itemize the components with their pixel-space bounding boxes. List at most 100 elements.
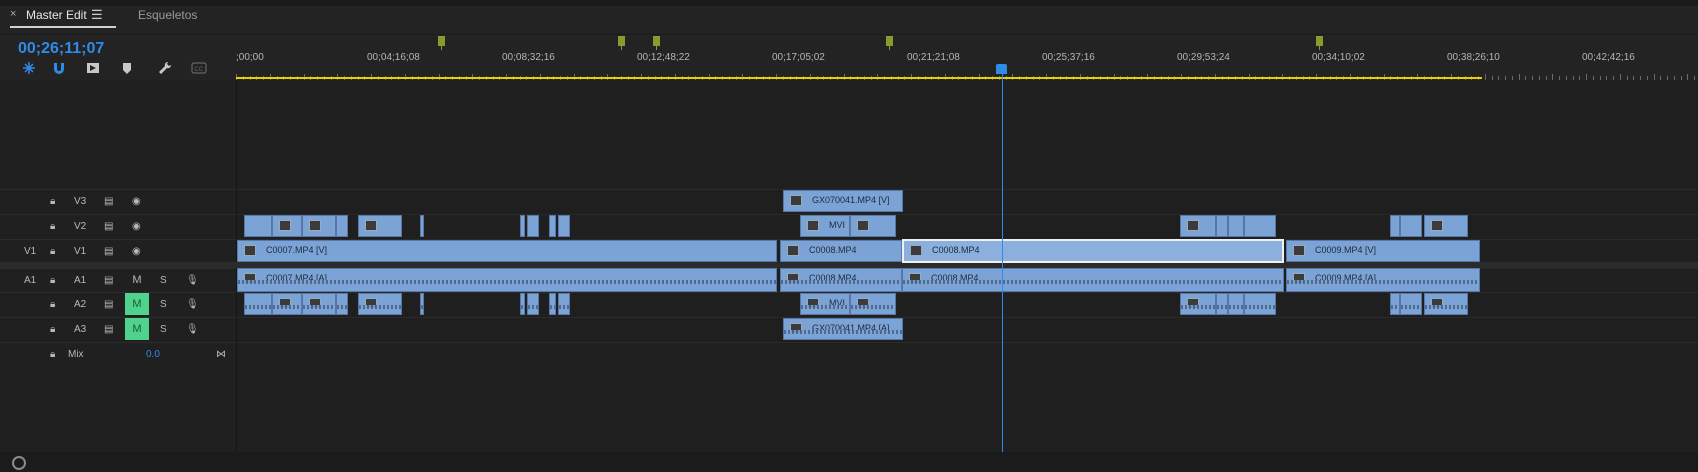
track-header-v3[interactable]: 🔒︎ V3 ▤ ◉	[0, 189, 236, 214]
clip-v2[interactable]	[244, 215, 272, 237]
mix-volume-value[interactable]: 0.0	[146, 349, 160, 360]
lock-icon[interactable]: 🔒︎	[50, 246, 55, 257]
clip-v2[interactable]	[1400, 215, 1422, 237]
zoom-handle-icon[interactable]	[12, 456, 26, 470]
clip-a2[interactable]	[1244, 293, 1276, 315]
track-lane-a2[interactable]	[237, 292, 1698, 317]
clip-v1-c0009[interactable]: C0009.MP4 [V]	[1286, 240, 1480, 262]
snap-magnet-icon[interactable]	[50, 60, 68, 76]
clip-v2[interactable]	[520, 215, 525, 237]
clip-a2[interactable]	[1180, 293, 1216, 315]
clip-a1-c0007[interactable]: C0007.MP4 [A]	[237, 268, 777, 292]
close-tab-icon[interactable]: ×	[10, 8, 16, 20]
track-header-a1[interactable]: A1 🔒︎ A1 ▤ M S 🎙︎	[0, 268, 236, 293]
clip-v2[interactable]	[420, 215, 424, 237]
clip-a2[interactable]	[1400, 293, 1422, 315]
mute-button-a2[interactable]: M	[125, 293, 149, 315]
eye-icon[interactable]: ◉	[132, 221, 141, 232]
eye-icon[interactable]: ◉	[132, 246, 141, 257]
clip-a2[interactable]	[520, 293, 525, 315]
source-patch-a1[interactable]: A1	[24, 275, 36, 286]
lock-icon[interactable]: 🔒︎	[50, 221, 55, 232]
lock-icon[interactable]: 🔒︎	[50, 324, 55, 335]
clip-v2[interactable]	[1390, 215, 1400, 237]
clip-a2[interactable]	[1424, 293, 1468, 315]
eye-icon[interactable]: ◉	[132, 196, 141, 207]
clip-v3-gx070041[interactable]: GX070041.MP4 [V]	[783, 190, 903, 212]
clip-v2[interactable]	[558, 215, 570, 237]
clip-a2[interactable]	[1390, 293, 1400, 315]
clip-v1-c0008-selected[interactable]: C0008.MP4	[902, 239, 1284, 263]
track-header-a3[interactable]: 🔒︎ A3 ▤ M S 🎙︎	[0, 317, 236, 342]
track-header-a2[interactable]: 🔒︎ A2 ▤ M S 🎙︎	[0, 292, 236, 317]
clip-v2[interactable]	[1424, 215, 1468, 237]
nest-snap-icon[interactable]	[20, 60, 38, 76]
clip-a2[interactable]	[358, 293, 402, 315]
clip-v2[interactable]	[272, 215, 302, 237]
clip-v2[interactable]	[336, 215, 348, 237]
clip-v2[interactable]	[1180, 215, 1216, 237]
clip-a2[interactable]	[420, 293, 424, 315]
tab-master-edit[interactable]: Master Edit	[26, 8, 87, 22]
sync-lock-icon[interactable]: ▤	[104, 246, 113, 257]
clip-a1-c0008b[interactable]: C0008.MP4	[902, 268, 1284, 292]
time-ruler[interactable]: ;00;00 00;04;16;08 00;08;32;16 00;12;48;22 0…	[236, 36, 1698, 80]
clip-v1-c0008[interactable]: C0008.MP4	[780, 240, 902, 262]
track-lane-v2[interactable]	[237, 214, 1698, 239]
add-marker-icon[interactable]	[118, 60, 136, 76]
mute-button-a3[interactable]: M	[125, 318, 149, 340]
work-area-bar[interactable]	[236, 77, 1482, 79]
lock-icon[interactable]: 🔒︎	[50, 349, 55, 360]
clip-a1-c0009[interactable]: C0009.MP4 [A]	[1286, 268, 1480, 292]
clip-a2[interactable]	[1216, 293, 1228, 315]
microphone-icon[interactable]: 🎙︎	[186, 299, 199, 310]
timeline-marker[interactable]	[653, 36, 660, 50]
track-header-v1[interactable]: V1 🔒︎ V1 ▤ ◉	[0, 239, 236, 264]
clip-v2[interactable]	[1244, 215, 1276, 237]
sync-lock-icon[interactable]: ▤	[104, 324, 113, 335]
microphone-icon[interactable]: 🎙︎	[186, 275, 199, 286]
sync-lock-icon[interactable]: ▤	[104, 221, 113, 232]
clip-v1-c0007[interactable]: C0007.MP4 [V]	[237, 240, 777, 262]
clip-v2[interactable]	[302, 215, 336, 237]
clip-v2[interactable]	[527, 215, 539, 237]
mute-button-a1[interactable]: M	[125, 269, 149, 291]
clip-a2[interactable]	[302, 293, 336, 315]
timeline-marker[interactable]	[438, 36, 445, 50]
clip-a2[interactable]	[527, 293, 539, 315]
clip-a2[interactable]	[558, 293, 570, 315]
playhead-timecode[interactable]: 00;26;11;07	[18, 40, 104, 58]
go-to-end-icon[interactable]: ⋈	[216, 349, 226, 360]
clip-a2[interactable]	[244, 293, 272, 315]
horizontal-zoom-scrollbar[interactable]	[0, 452, 1698, 472]
clip-v2[interactable]	[549, 215, 556, 237]
clip-v2-mvi[interactable]: MVI	[800, 215, 850, 237]
clip-a3-gx070041[interactable]: GX070041.MP4 [A]	[783, 318, 903, 340]
track-header-v2[interactable]: 🔒︎ V2 ▤ ◉	[0, 214, 236, 239]
clip-a2[interactable]	[850, 293, 896, 315]
clip-v2[interactable]	[358, 215, 402, 237]
sync-lock-icon[interactable]: ▤	[104, 299, 113, 310]
clip-a2[interactable]	[1228, 293, 1244, 315]
clip-v2[interactable]	[1216, 215, 1228, 237]
clip-v2[interactable]	[1228, 215, 1244, 237]
timeline-marker[interactable]	[618, 36, 625, 50]
panel-menu-icon[interactable]: ☰	[91, 7, 103, 23]
solo-button-a3[interactable]: S	[160, 324, 167, 335]
track-lane-a3[interactable]	[237, 317, 1698, 342]
wrench-icon[interactable]	[156, 60, 174, 76]
solo-button-a2[interactable]: S	[160, 299, 167, 310]
clip-a1-c0008[interactable]: C0008.MP4	[780, 268, 902, 292]
solo-button-a1[interactable]: S	[160, 275, 167, 286]
clip-v2[interactable]	[850, 215, 896, 237]
lock-icon[interactable]: 🔒︎	[50, 275, 55, 286]
sync-lock-icon[interactable]: ▤	[104, 275, 113, 286]
lock-icon[interactable]: 🔒︎	[50, 299, 55, 310]
sync-lock-icon[interactable]: ▤	[104, 196, 113, 207]
timeline-marker[interactable]	[1316, 36, 1323, 50]
captions-icon[interactable]: CC	[190, 60, 208, 76]
track-lane-v3[interactable]	[237, 189, 1698, 214]
clip-a2-mvi[interactable]: MVI	[800, 293, 850, 315]
lock-icon[interactable]: 🔒︎	[50, 196, 55, 207]
clip-a2[interactable]	[549, 293, 556, 315]
